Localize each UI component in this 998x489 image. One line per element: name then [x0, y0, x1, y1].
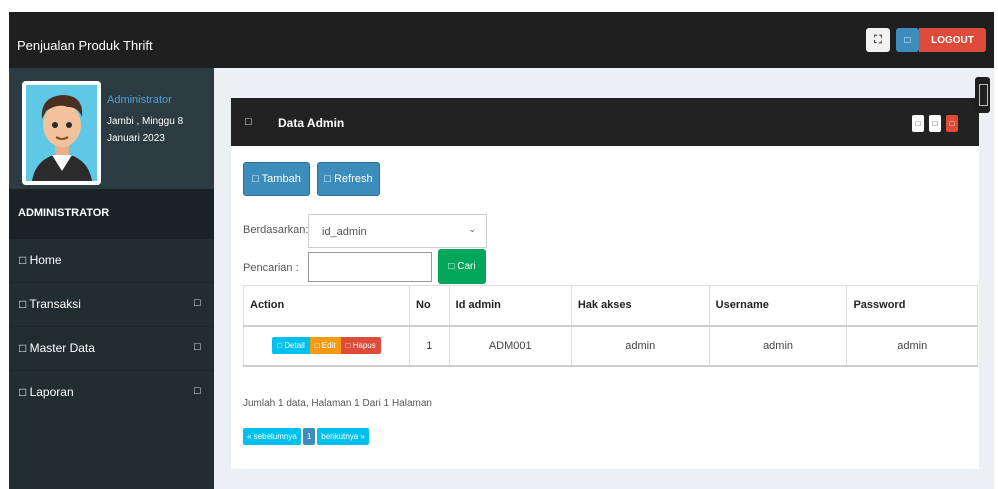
sidebar-item-label: □ Transaksi: [19, 297, 81, 311]
main-content: □ Data Admin □ □ □ □ Tambah □ Refresh Be…: [214, 68, 994, 489]
tambah-button[interactable]: □ Tambah: [243, 162, 310, 196]
row-actions: □ Detail □ Edit □ Hapus: [243, 325, 410, 367]
col-header-password: Password: [846, 285, 978, 327]
user-menu-button[interactable]: □: [896, 28, 919, 52]
user-location: Jambi , Minggu 8: [107, 116, 184, 127]
chevron-icon: □: [194, 341, 201, 353]
cell-hak-akses: admin: [570, 325, 710, 367]
action-buttons: □ Detail □ Edit □ Hapus: [272, 337, 381, 354]
app-title[interactable]: Penjualan Produk Thrift: [17, 38, 153, 53]
user-panel: Administrator Jambi , Minggu 8 Januari 2…: [9, 68, 214, 189]
avatar-image: [22, 81, 101, 185]
sidebar-item-label: □ Home: [19, 253, 62, 267]
pagination-summary: Jumlah 1 data, Halaman 1 Dari 1 Halaman: [243, 398, 432, 409]
fullscreen-icon[interactable]: ⛶: [866, 28, 890, 52]
col-header-id-admin: Id admin: [448, 285, 572, 327]
sidebar: Administrator Jambi , Minggu 8 Januari 2…: [9, 68, 214, 489]
sidebar-item-master-data[interactable]: □ Master Data □: [9, 327, 214, 371]
hapus-button[interactable]: □ Hapus: [340, 337, 381, 354]
avatar: [22, 81, 101, 185]
box-title: Data Admin: [278, 116, 345, 130]
detail-button[interactable]: □ Detail: [272, 337, 310, 354]
box-header: □ Data Admin □ □ □: [231, 100, 979, 146]
next-page-button[interactable]: berikutnya »: [317, 428, 369, 445]
user-name: Administrator: [107, 94, 172, 106]
chevron-down-icon: ⌄: [468, 224, 476, 234]
user-location-date: Jambi , Minggu 8 Januari 2023: [107, 113, 207, 147]
cell-username: admin: [708, 325, 848, 367]
col-header-action: Action: [243, 285, 410, 327]
cari-button[interactable]: □ Cari: [438, 249, 486, 284]
sidebar-item-home[interactable]: □ Home: [9, 239, 214, 283]
refresh-button[interactable]: □ Refresh: [317, 162, 380, 196]
cell-id-admin: ADM001: [448, 325, 572, 367]
sidebar-item-transaksi[interactable]: □ Transaksi □: [9, 283, 214, 327]
sidebar-item-label: □ Laporan: [19, 385, 74, 399]
menu-header: ADMINISTRATOR: [9, 189, 214, 239]
maximize-button[interactable]: □: [929, 115, 941, 132]
side-toggle-button[interactable]: [975, 77, 990, 113]
top-navbar: Penjualan Produk Thrift ⛶ □ LOGOUT: [9, 12, 994, 68]
pagination: « sebelumnya 1 berikutnya »: [243, 428, 369, 445]
sidebar-item-label: □ Master Data: [19, 341, 95, 355]
close-box-button[interactable]: □: [946, 115, 958, 132]
filter-field-value: id_admin: [322, 226, 367, 238]
app-frame: Penjualan Produk Thrift ⛶ □ LOGOUT Admin…: [9, 12, 994, 489]
chevron-icon: □: [194, 385, 201, 397]
table-header-row: Action No Id admin Hak akses Username Pa…: [243, 285, 978, 327]
admin-table: Action No Id admin Hak akses Username Pa…: [243, 285, 978, 367]
cell-password: admin: [846, 325, 978, 367]
col-header-hak-akses: Hak akses: [570, 285, 710, 327]
edit-button[interactable]: □ Edit: [309, 337, 341, 354]
chevron-icon: □: [194, 297, 201, 309]
page-1-button[interactable]: 1: [302, 428, 316, 445]
col-header-no: No: [409, 285, 450, 327]
prev-page-button[interactable]: « sebelumnya: [243, 428, 301, 445]
menu-header-label: ADMINISTRATOR: [18, 207, 110, 219]
search-label: Pencarian :: [243, 262, 299, 274]
filter-by-label: Berdasarkan:: [243, 224, 309, 236]
cell-no: 1: [409, 325, 450, 367]
user-date: Januari 2023: [107, 133, 165, 144]
sidebar-item-laporan[interactable]: □ Laporan □: [9, 371, 214, 415]
data-admin-box: □ Data Admin □ □ □ □ Tambah □ Refresh Be…: [231, 98, 979, 469]
table-row: □ Detail □ Edit □ Hapus 1 ADM001 admin a…: [243, 325, 978, 367]
filter-field-select[interactable]: id_admin ⌄: [308, 214, 487, 248]
logout-button[interactable]: LOGOUT: [919, 28, 986, 52]
col-header-username: Username: [708, 285, 848, 327]
collapse-button[interactable]: □: [912, 115, 924, 132]
box-icon: □: [245, 116, 252, 128]
search-input[interactable]: [308, 252, 432, 282]
